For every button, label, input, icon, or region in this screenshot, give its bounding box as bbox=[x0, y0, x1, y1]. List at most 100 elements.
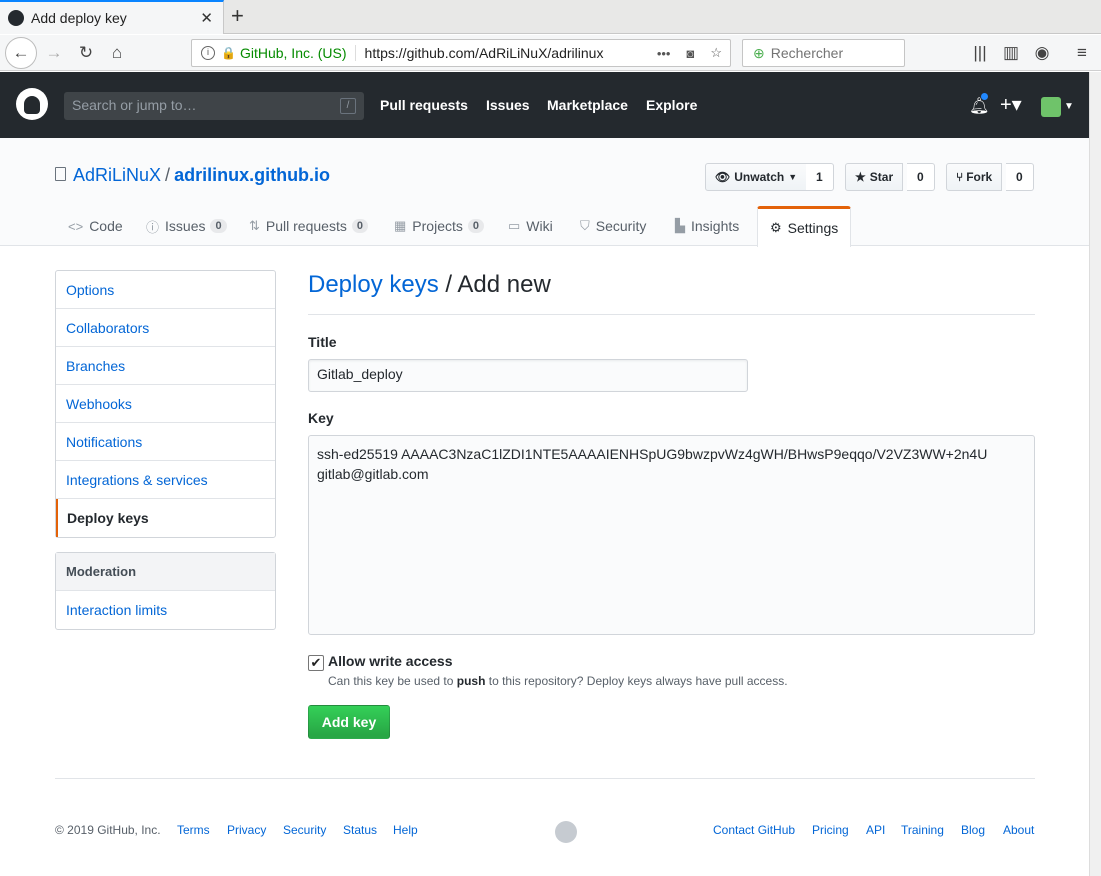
github-mark-icon[interactable] bbox=[555, 821, 577, 843]
nav-pull-requests[interactable]: Pull requests bbox=[380, 97, 468, 113]
browser-search-input[interactable]: ⊕ Rechercher bbox=[742, 39, 905, 67]
shield-icon: ⛉ bbox=[580, 218, 590, 233]
footer-link-about[interactable]: About bbox=[1003, 823, 1034, 837]
close-tab-icon[interactable]: ✕ bbox=[200, 9, 213, 27]
settings-menu: Options Collaborators Branches Webhooks … bbox=[55, 270, 276, 538]
issue-icon: ⓘ bbox=[146, 219, 160, 235]
footer-copyright: © 2019 GitHub, Inc. bbox=[55, 823, 161, 837]
star-count[interactable]: 0 bbox=[907, 163, 935, 191]
title-field[interactable]: Gitlab_deploy bbox=[308, 359, 748, 392]
sidebar-item-interaction-limits[interactable]: Interaction limits bbox=[56, 591, 275, 629]
footer-link-security[interactable]: Security bbox=[283, 823, 326, 837]
footer-link-status[interactable]: Status bbox=[343, 823, 377, 837]
repo-icon bbox=[55, 167, 66, 181]
browser-tab-title: Add deploy key bbox=[31, 10, 127, 26]
reload-button[interactable]: ↻ bbox=[72, 39, 100, 67]
lock-icon: 🔒 bbox=[221, 46, 236, 60]
extension-icon[interactable]: ◉ bbox=[1028, 39, 1056, 67]
nav-explore[interactable]: Explore bbox=[646, 97, 697, 113]
book-icon: ▭ bbox=[508, 218, 521, 233]
tab-settings[interactable]: ⚙ Settings bbox=[757, 206, 852, 247]
repo-title: AdRiLiNuX / adrilinux.github.io bbox=[73, 165, 330, 186]
home-button[interactable]: ⌂ bbox=[103, 39, 131, 67]
browser-nav-bar: ← → ↻ ⌂ i 🔒 GitHub, Inc. (US) https://gi… bbox=[0, 35, 1101, 71]
write-access-note: Can this key be used to push to this rep… bbox=[328, 674, 788, 688]
sidebar-item-options[interactable]: Options bbox=[56, 271, 275, 309]
github-search-input[interactable]: Search or jump to… / bbox=[64, 92, 364, 120]
footer-link-help[interactable]: Help bbox=[393, 823, 418, 837]
sidebar-item-notifications[interactable]: Notifications bbox=[56, 423, 275, 461]
footer-link-terms[interactable]: Terms bbox=[177, 823, 210, 837]
new-tab-icon[interactable]: + bbox=[231, 3, 244, 29]
url-bar[interactable]: i 🔒 GitHub, Inc. (US) https://github.com… bbox=[191, 39, 731, 67]
footer-link-pricing[interactable]: Pricing bbox=[812, 823, 849, 837]
footer-link-contact[interactable]: Contact GitHub bbox=[713, 823, 795, 837]
issues-counter: 0 bbox=[210, 219, 227, 233]
star-icon: ★ bbox=[855, 170, 866, 184]
github-logo-icon[interactable] bbox=[16, 88, 48, 120]
avatar-dropdown-chevron-icon[interactable]: ▼ bbox=[1064, 101, 1074, 112]
allow-write-access-checkbox[interactable]: ✔ bbox=[308, 655, 324, 671]
key-textarea[interactable]: ssh-ed25519 AAAAC3NzaC1lZDI1NTE5AAAAIENH… bbox=[308, 435, 1035, 635]
footer-link-training[interactable]: Training bbox=[901, 823, 944, 837]
notification-dot bbox=[980, 92, 989, 101]
sidebar-item-branches[interactable]: Branches bbox=[56, 347, 275, 385]
url-text[interactable]: https://github.com/AdRiLiNuX/adrilinux bbox=[365, 45, 649, 61]
info-icon[interactable]: i bbox=[201, 46, 215, 60]
repo-owner-link[interactable]: AdRiLiNuX bbox=[73, 165, 161, 185]
site-identity[interactable]: GitHub, Inc. (US) bbox=[240, 45, 356, 61]
tab-projects[interactable]: ▦ Projects 0 bbox=[394, 206, 484, 246]
pocket-icon[interactable]: ◙ bbox=[686, 46, 694, 61]
title-label: Title bbox=[308, 334, 337, 350]
tab-issues[interactable]: ⓘ Issues 0 bbox=[146, 206, 227, 246]
tab-code[interactable]: <> Code bbox=[68, 206, 123, 246]
sidebar-item-integrations[interactable]: Integrations & services bbox=[56, 461, 275, 499]
footer: © 2019 GitHub, Inc. Terms Privacy Securi… bbox=[55, 778, 1035, 858]
project-icon: ▦ bbox=[394, 218, 407, 233]
browser-tab-bar: Add deploy key ✕ + bbox=[0, 0, 1101, 34]
hamburger-menu-icon[interactable]: ≡ bbox=[1068, 39, 1096, 67]
caret-down-icon: ▼ bbox=[788, 172, 798, 182]
browser-tab[interactable]: Add deploy key ✕ bbox=[0, 0, 224, 34]
github-favicon-icon bbox=[8, 10, 24, 26]
scrollbar[interactable] bbox=[1089, 72, 1101, 876]
tab-insights[interactable]: ▙ Insights bbox=[675, 206, 739, 246]
tab-wiki[interactable]: ▭ Wiki bbox=[508, 206, 553, 246]
star-button[interactable]: ★ Star bbox=[845, 163, 904, 191]
add-key-button[interactable]: Add key bbox=[308, 705, 390, 739]
tab-pull-requests[interactable]: ⇅ Pull requests 0 bbox=[249, 206, 368, 246]
sidebar-item-deploy-keys[interactable]: Deploy keys bbox=[56, 499, 275, 537]
avatar[interactable] bbox=[1041, 97, 1061, 117]
tab-security[interactable]: ⛉ Security bbox=[580, 206, 646, 246]
fork-button[interactable]: ⑂ Fork bbox=[946, 163, 1003, 191]
allow-write-access-label[interactable]: Allow write access bbox=[328, 653, 453, 669]
moderation-menu: Moderation Interaction limits bbox=[55, 552, 276, 630]
bookmark-star-icon[interactable]: ☆ bbox=[710, 45, 722, 61]
sidebar-item-webhooks[interactable]: Webhooks bbox=[56, 385, 275, 423]
page-heading: Add new bbox=[457, 271, 551, 298]
back-button[interactable]: ← bbox=[5, 37, 37, 69]
moderation-header: Moderation bbox=[56, 553, 275, 591]
gear-icon: ⚙ bbox=[770, 220, 782, 235]
key-label: Key bbox=[308, 410, 334, 426]
search-engine-icon: ⊕ bbox=[753, 44, 765, 61]
footer-link-blog[interactable]: Blog bbox=[961, 823, 985, 837]
watch-count[interactable]: 1 bbox=[806, 163, 834, 191]
footer-link-api[interactable]: API bbox=[866, 823, 885, 837]
repo-name-link[interactable]: adrilinux.github.io bbox=[174, 165, 330, 185]
graph-icon: ▙ bbox=[675, 218, 685, 233]
sidebar-toggle-icon[interactable]: ▥ bbox=[997, 39, 1025, 67]
code-icon: <> bbox=[68, 218, 84, 234]
nav-marketplace[interactable]: Marketplace bbox=[547, 97, 628, 113]
sidebar-item-collaborators[interactable]: Collaborators bbox=[56, 309, 275, 347]
fork-count[interactable]: 0 bbox=[1006, 163, 1034, 191]
forward-button[interactable]: → bbox=[40, 39, 68, 67]
slash-shortcut-badge: / bbox=[340, 98, 356, 114]
deploy-keys-breadcrumb-link[interactable]: Deploy keys bbox=[308, 271, 439, 298]
create-new-plus-icon[interactable]: +▾ bbox=[1000, 92, 1022, 117]
footer-link-privacy[interactable]: Privacy bbox=[227, 823, 266, 837]
unwatch-button[interactable]: 👁︎ Unwatch ▼ bbox=[705, 163, 808, 191]
library-icon[interactable]: ||| bbox=[966, 39, 994, 67]
nav-issues[interactable]: Issues bbox=[486, 97, 530, 113]
more-actions-icon[interactable]: ••• bbox=[657, 46, 671, 61]
